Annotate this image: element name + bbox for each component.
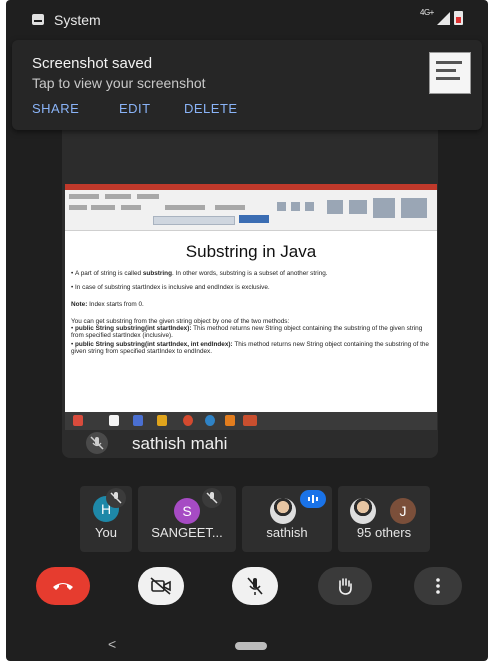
app-icon — [225, 415, 235, 426]
participant-tile-sathish[interactable]: sathish — [242, 486, 332, 552]
app-icon — [205, 415, 215, 426]
file-icon — [109, 415, 119, 426]
more-options-button[interactable] — [414, 567, 462, 605]
battery-icon — [454, 11, 463, 25]
app-icon — [157, 415, 167, 426]
participant-label: sathish — [266, 525, 308, 540]
mic-off-icon — [247, 577, 263, 595]
phone-hangup-icon — [53, 583, 73, 590]
network-type-label: 4G+ — [420, 8, 434, 17]
more-vert-icon — [436, 578, 440, 594]
slide-bullet-2: • In case of substring startIndex is inc… — [71, 284, 270, 291]
notification-subtitle: Tap to view your screenshot — [32, 75, 206, 91]
mic-off-icon — [202, 488, 222, 508]
status-bar: System 4G+ — [6, 0, 488, 38]
participant-tile-others[interactable]: J 95 others — [338, 486, 430, 552]
mic-off-icon — [86, 432, 108, 454]
slide-note: Note: Index starts from 0. — [71, 301, 144, 308]
camera-toggle-button[interactable] — [138, 567, 184, 605]
participant-name: sathish mahi — [132, 434, 228, 453]
avatar: J — [390, 498, 416, 524]
participant-tile-you[interactable]: H You — [80, 486, 132, 552]
slide-method-2: • public String substring(int startIndex… — [71, 341, 429, 355]
slide-bullet-1: • A part of string is called substring. … — [71, 270, 328, 277]
avatar: S — [174, 498, 200, 524]
slide-paragraph: You can get substring from the given str… — [71, 318, 290, 325]
participant-label: SANGEET... — [151, 525, 223, 540]
notification-title: Screenshot saved — [32, 55, 153, 72]
office-ribbon — [65, 190, 437, 231]
chrome-icon — [183, 415, 193, 426]
share-button[interactable]: SHARE — [32, 101, 79, 116]
profile-photo — [350, 498, 376, 524]
video-off-icon — [150, 577, 171, 595]
participant-label: 95 others — [356, 525, 412, 540]
app-icon — [133, 415, 143, 426]
delete-button[interactable]: DELETE — [184, 101, 238, 116]
shared-screen: Substring in Java • A part of string is … — [65, 184, 437, 412]
back-button[interactable]: < — [108, 636, 116, 652]
screenshot-notification[interactable]: Screenshot saved Tap to view your screen… — [12, 40, 482, 130]
start-icon — [73, 415, 83, 426]
presentation-tile[interactable]: Substring in Java • A part of string is … — [62, 124, 438, 458]
powerpoint-icon — [243, 415, 257, 426]
slide-title: Substring in Java — [185, 242, 317, 261]
home-button[interactable] — [235, 642, 267, 650]
screenshot-thumbnail[interactable] — [429, 52, 471, 94]
participant-label: You — [95, 525, 117, 540]
slide-method-1: • public String substring(int startIndex… — [71, 325, 423, 339]
status-app-label: System — [54, 12, 101, 28]
speaking-indicator-icon — [300, 490, 326, 508]
signal-icon — [437, 12, 450, 25]
mic-toggle-button[interactable] — [232, 567, 278, 605]
raise-hand-icon — [339, 578, 352, 595]
mic-off-icon — [106, 488, 126, 508]
tile-caption: sathish mahi — [62, 430, 438, 458]
phone-screen: System 4G+ Screenshot saved Tap to view … — [6, 0, 488, 661]
end-call-button[interactable] — [36, 567, 90, 605]
screenshot-notification-icon — [32, 14, 44, 25]
raise-hand-button[interactable] — [318, 567, 372, 605]
profile-photo — [270, 498, 296, 524]
edit-button[interactable]: EDIT — [119, 101, 151, 116]
participant-tile-sangeetha[interactable]: S SANGEET... — [138, 486, 236, 552]
windows-taskbar — [65, 412, 437, 430]
